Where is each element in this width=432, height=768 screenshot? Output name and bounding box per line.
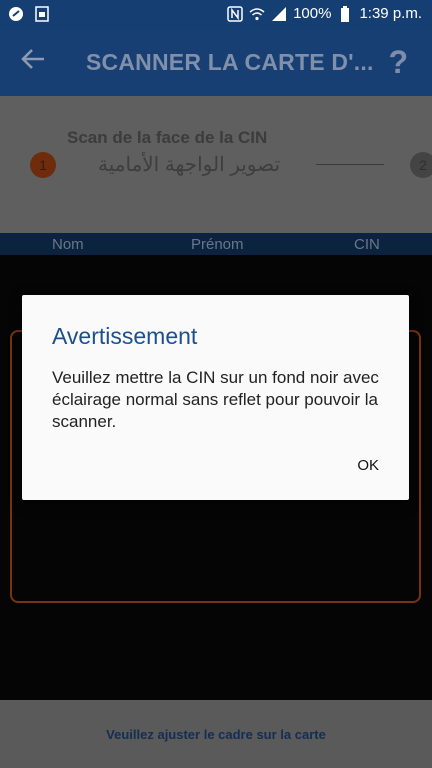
- dialog-message: Veuillez mettre la CIN sur un fond noir …: [52, 368, 379, 431]
- warning-dialog: Avertissement Veuillez mettre la CIN sur…: [22, 295, 409, 500]
- dialog-title: Avertissement: [52, 323, 198, 349]
- ok-button[interactable]: OK: [357, 457, 379, 474]
